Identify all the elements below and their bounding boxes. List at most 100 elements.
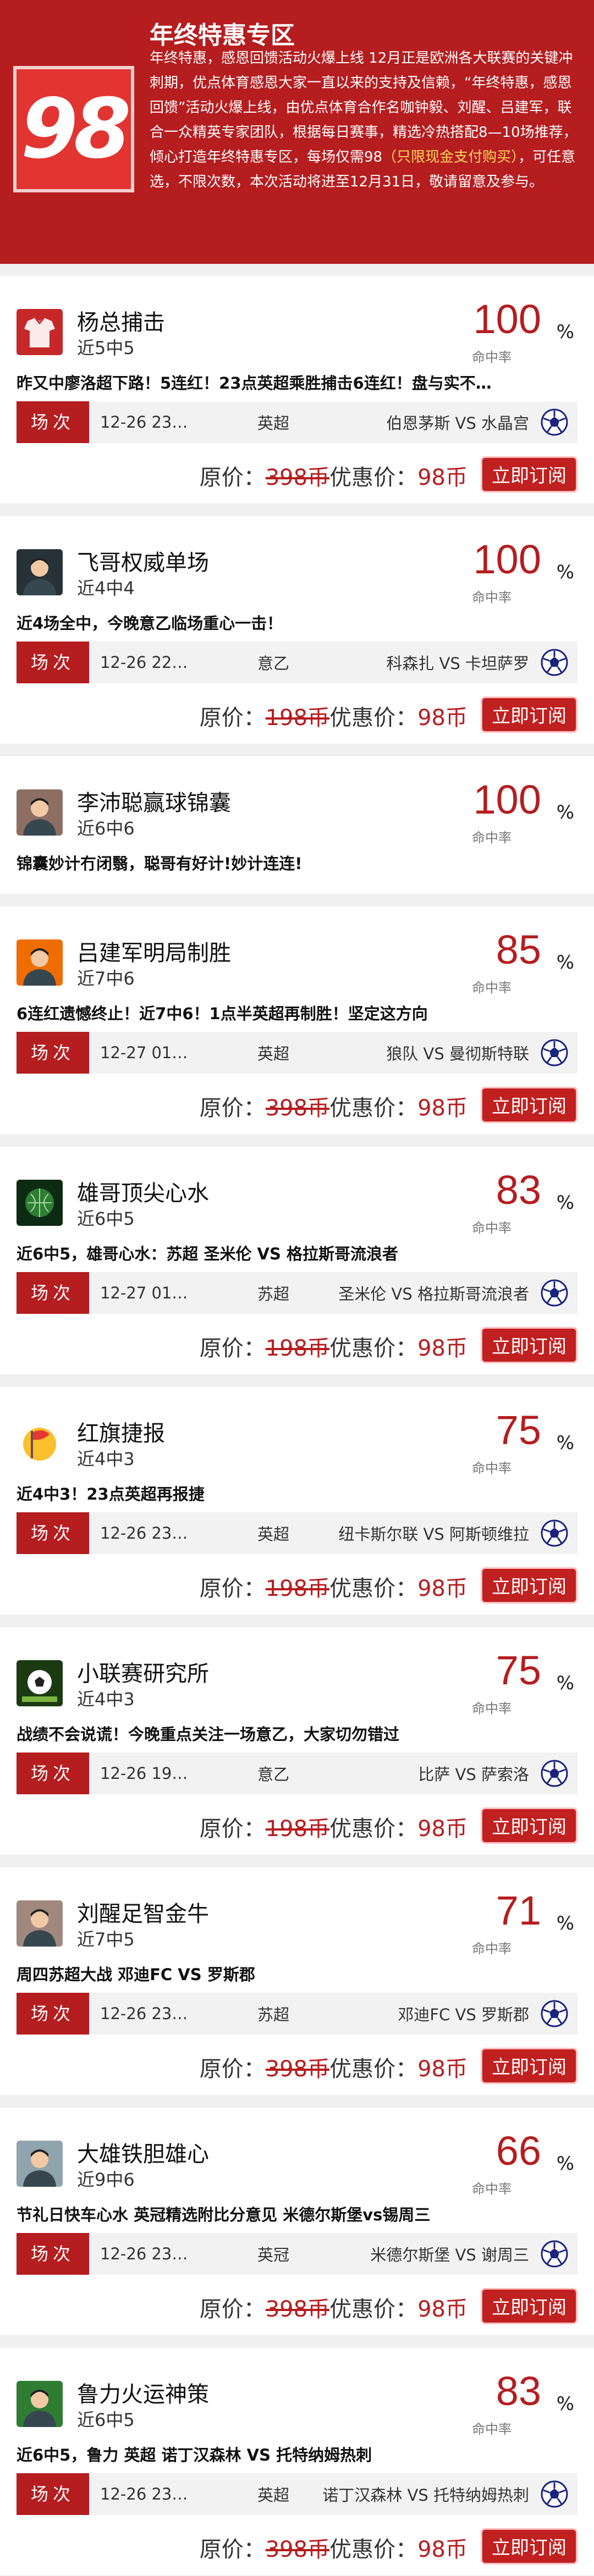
avatar[interactable] [16,939,63,986]
original-price-label: 原价： [199,1096,266,1121]
expert-card[interactable]: 大雄铁胆雄心 近9中6 66% 命中率 节礼日快车心水 英冠精选附比分意见 米德尔斯堡v… [0,2108,594,2336]
avatar[interactable] [16,1900,63,1947]
expert-card[interactable]: 红旗捷报 近4中3 75% 命中率 近4中3！23点英超再报捷 场次 12-26 23… 英超… [0,1387,594,1615]
discount-price: 98币 [417,1816,468,1842]
subscribe-button[interactable]: 立即订阅 [481,1327,578,1363]
expert-card[interactable]: 小联赛研究所 近4中3 75% 命中率 战绩不会说谎！今晚重点关注一场意乙，大家切勿错过… [0,1627,594,1855]
price-text: 原价：398币优惠价：98币 [200,2051,468,2083]
subscribe-button[interactable]: 立即订阅 [481,2528,578,2564]
avatar[interactable] [16,549,63,595]
subscribe-button[interactable]: 立即订阅 [481,696,578,733]
match-row[interactable]: 场次 12-26 23… 英超 伯恩茅斯 VS 水晶宫 [16,401,578,443]
expert-name[interactable]: 大雄铁胆雄心 [77,2136,209,2168]
expert-highlight[interactable]: 锦囊妙计冇闭翳，聪哥有好计!妙计连连! [0,850,594,877]
expert-card[interactable]: 雄哥顶尖心水 近6中5 83% 命中率 近6中5，雄哥心水：苏超 圣米伦 VS 格拉斯哥… [0,1147,594,1375]
match-row[interactable]: 场次 12-27 01… 英超 狼队 VS 曼彻斯特联 [16,1032,578,1074]
discount-price-label: 优惠价： [329,1576,418,1601]
subscribe-button[interactable]: 立即订阅 [481,2288,578,2324]
expert-card[interactable]: 飞哥权威单场 近4中4 100% 命中率 近4场全中，今晚意乙临场重心一击！ 场次 12-2… [0,516,594,744]
match-row[interactable]: 场次 12-26 19… 意乙 比萨 VS 萨索洛 [16,1753,578,1794]
expert-highlight[interactable]: 昨又中廖洛超下路！5连红！23点英超乘胜捕击6连红！盘与实不… [0,369,594,397]
expert-highlight[interactable]: 近4中3！23点英超再报捷 [0,1480,594,1508]
discount-price-label: 优惠价： [329,465,418,490]
promo-banner: 98 年终特惠专区 年终特惠，感恩回馈活动火爆上线 12月正是欧洲各大联赛的关键… [0,0,594,264]
avatar[interactable] [16,1180,63,1226]
subscribe-button[interactable]: 立即订阅 [481,456,578,493]
hit-rate-value: 75 [496,1648,541,1693]
price-row: 原价：198币优惠价：98币 立即订阅 [0,683,594,744]
hit-rate-value: 75 [496,1407,541,1453]
match-row[interactable]: 场次 12-26 23… 英超 纽卡斯尔联 VS 阿斯顿维拉 [16,1512,578,1554]
match-row[interactable]: 场次 12-26 23… 苏超 邓迪FC VS 罗斯郡 [16,1993,578,2035]
expert-name[interactable]: 杨总捕击 [77,305,165,336]
expert-name[interactable]: 李沛聪赢球锦囊 [77,785,231,817]
expert-name[interactable]: 飞哥权威单场 [77,545,209,577]
match-row[interactable]: 场次 12-26 23… 英超 诺丁汉森林 VS 托特纳姆热刺 [16,2473,578,2515]
match-row[interactable]: 场次 12-26 22… 意乙 科森扎 VS 卡坦萨罗 [16,642,578,683]
expert-card[interactable]: 刘醒足智金牛 近7中5 71% 命中率 周四苏超大战 邓迪FC VS 罗斯郡 场次 12-2… [0,1867,594,2096]
expert-name[interactable]: 红旗捷报 [77,1416,165,1447]
expert-card-header: 鲁力火运神策 近6中5 83% 命中率 [0,2348,594,2441]
match-time: 12-26 23… [100,413,188,432]
subscribe-button[interactable]: 立即订阅 [481,1807,578,1844]
discount-price: 98币 [417,1336,468,1361]
discount-price: 98币 [417,2297,468,2322]
expert-card[interactable]: 吕建军明局制胜 近7中6 85% 命中率 6连红遗憾终止！近7中6！1点半英超再制胜！坚… [0,906,594,1135]
price-text: 原价：198币优惠价：98币 [200,1571,468,1602]
avatar[interactable] [16,1660,63,1706]
match-row[interactable]: 场次 12-26 23… 英冠 米德尔斯堡 VS 谢周三 [16,2233,578,2275]
subscribe-button[interactable]: 立即订阅 [481,1567,578,1604]
original-price-label: 原价： [199,705,266,731]
discount-price-label: 优惠价： [329,2057,418,2082]
expert-card[interactable]: 李沛聪赢球锦囊 近6中6 100% 命中率 锦囊妙计冇闭翳，聪哥有好计!妙计连连! [0,756,594,894]
expert-name[interactable]: 小联赛研究所 [77,1656,209,1688]
avatar[interactable] [16,2381,63,2427]
original-price: 398币 [265,2297,330,2322]
expert-card[interactable]: 鲁力火运神策 近6中5 83% 命中率 近6中5，鲁力 英超 诺丁汉森林 VS 托特纳姆… [0,2348,594,2576]
expert-name[interactable]: 雄哥顶尖心水 [77,1175,209,1207]
avatar[interactable] [16,1420,63,1466]
expert-name[interactable]: 鲁力火运神策 [77,2376,209,2408]
match-row[interactable]: 场次 12-27 01… 苏超 圣米伦 VS 格拉斯哥流浪者 [16,1272,578,1314]
hit-rate-label: 命中率 [472,1220,512,1236]
expert-name[interactable]: 刘醒足智金牛 [77,1896,209,1928]
avatar[interactable] [16,789,63,836]
price-text: 原价：398币优惠价：98币 [200,460,468,491]
expert-highlight[interactable]: 6连红遗憾终止！近7中6！1点半英超再制胜！坚定这方向 [0,1000,594,1027]
expert-highlight[interactable]: 周四苏超大战 邓迪FC VS 罗斯郡 [0,1961,594,1988]
discount-price-label: 优惠价： [329,705,418,731]
expert-card-header: 李沛聪赢球锦囊 近6中6 100% 命中率 [0,756,594,850]
price-row: 原价：398币优惠价：98币 立即订阅 [0,1074,594,1134]
banner-title: 年终特惠专区 [150,21,295,49]
price-row: 原价：398币优惠价：98币 立即订阅 [0,2515,594,2575]
match-tag: 场次 [16,2473,89,2515]
hit-rate-unit: % [556,1672,574,1694]
expert-highlight[interactable]: 战绩不会说谎！今晚重点关注一场意乙，大家切勿错过 [0,1721,594,1748]
original-price-label: 原价： [199,1576,266,1601]
card-spacer [0,877,594,894]
hit-rate-unit: % [556,801,574,823]
original-price: 198币 [265,1816,330,1842]
avatar[interactable] [16,2141,63,2187]
card-divider [0,1135,594,1147]
price-text: 原价：398币优惠价：98币 [200,1090,468,1122]
original-price: 398币 [265,2537,330,2562]
hit-rate-label: 命中率 [472,1941,512,1956]
expert-record: 近7中6 [77,968,135,989]
expert-card-header: 吕建军明局制胜 近7中6 85% 命中率 [0,906,594,1000]
subscribe-button[interactable]: 立即订阅 [481,2048,578,2084]
match-tag: 场次 [16,2233,89,2275]
avatar[interactable] [16,309,63,355]
expert-highlight[interactable]: 近6中5，雄哥心水：苏超 圣米伦 VS 格拉斯哥流浪者 [0,1240,594,1268]
discount-price: 98币 [417,2057,468,2082]
original-price: 398币 [265,2057,330,2082]
match-time: 12-26 23… [100,1524,188,1543]
discount-price-label: 优惠价： [329,2537,418,2562]
expert-highlight[interactable]: 近6中5，鲁力 英超 诺丁汉森林 VS 托特纳姆热刺 [0,2441,594,2469]
expert-name[interactable]: 吕建军明局制胜 [77,935,231,967]
expert-highlight[interactable]: 节礼日快车心水 英冠精选附比分意见 米德尔斯堡vs锡周三 [0,2201,594,2229]
subscribe-button[interactable]: 立即订阅 [481,1087,578,1123]
expert-highlight[interactable]: 近4场全中，今晚意乙临场重心一击！ [0,610,594,637]
expert-card[interactable]: 杨总捕击 近5中5 100% 命中率 昨又中廖洛超下路！5连红！23点英超乘胜捕击6连红… [0,276,594,504]
hit-rate-label: 命中率 [472,830,512,845]
